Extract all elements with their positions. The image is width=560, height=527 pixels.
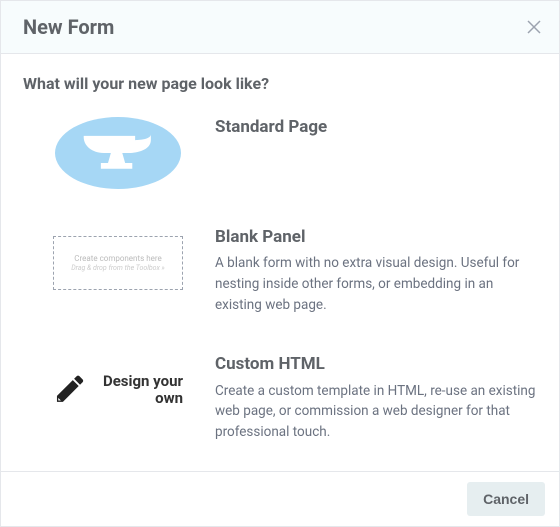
option-blank-panel[interactable]: Create components here Drag & drop from … (23, 227, 537, 316)
option-text: Blank Panel A blank form with no extra v… (215, 227, 537, 316)
option-text: Standard Page (215, 117, 537, 143)
anvil-icon (82, 133, 154, 173)
pencil-icon (53, 370, 85, 410)
thumb-blank-panel: Create components here Drag & drop from … (53, 227, 183, 299)
option-title: Standard Page (215, 117, 537, 137)
option-text: Custom HTML Create a custom template in … (215, 354, 537, 443)
new-form-dialog: New Form What will your new page look li… (0, 0, 560, 527)
dashed-box: Create components here Drag & drop from … (53, 236, 183, 290)
option-custom-html[interactable]: Design your own Custom HTML Create a cus… (23, 354, 537, 443)
thumb-line1: Create components here (74, 254, 161, 263)
dialog-header: New Form (1, 1, 559, 54)
option-desc: Create a custom template in HTML, re-use… (215, 381, 537, 444)
option-title: Blank Panel (215, 227, 537, 247)
design-label: Design your own (95, 373, 183, 408)
option-desc: A blank form with no extra visual design… (215, 253, 537, 316)
close-icon (527, 20, 541, 34)
thumb-standard-page (53, 117, 183, 189)
dialog-title: New Form (23, 15, 114, 39)
anvil-ellipse (55, 117, 181, 189)
cancel-button[interactable]: Cancel (467, 482, 545, 516)
dialog-body: What will your new page look like? Stand… (1, 54, 559, 471)
thumb-line2: Drag & drop from the Toolbox » (71, 264, 165, 272)
close-button[interactable] (525, 18, 543, 36)
option-standard-page[interactable]: Standard Page (23, 117, 537, 189)
thumb-custom-html: Design your own (53, 354, 183, 426)
option-title: Custom HTML (215, 354, 537, 374)
prompt-text: What will your new page look like? (23, 74, 537, 93)
dialog-footer: Cancel (1, 471, 559, 526)
